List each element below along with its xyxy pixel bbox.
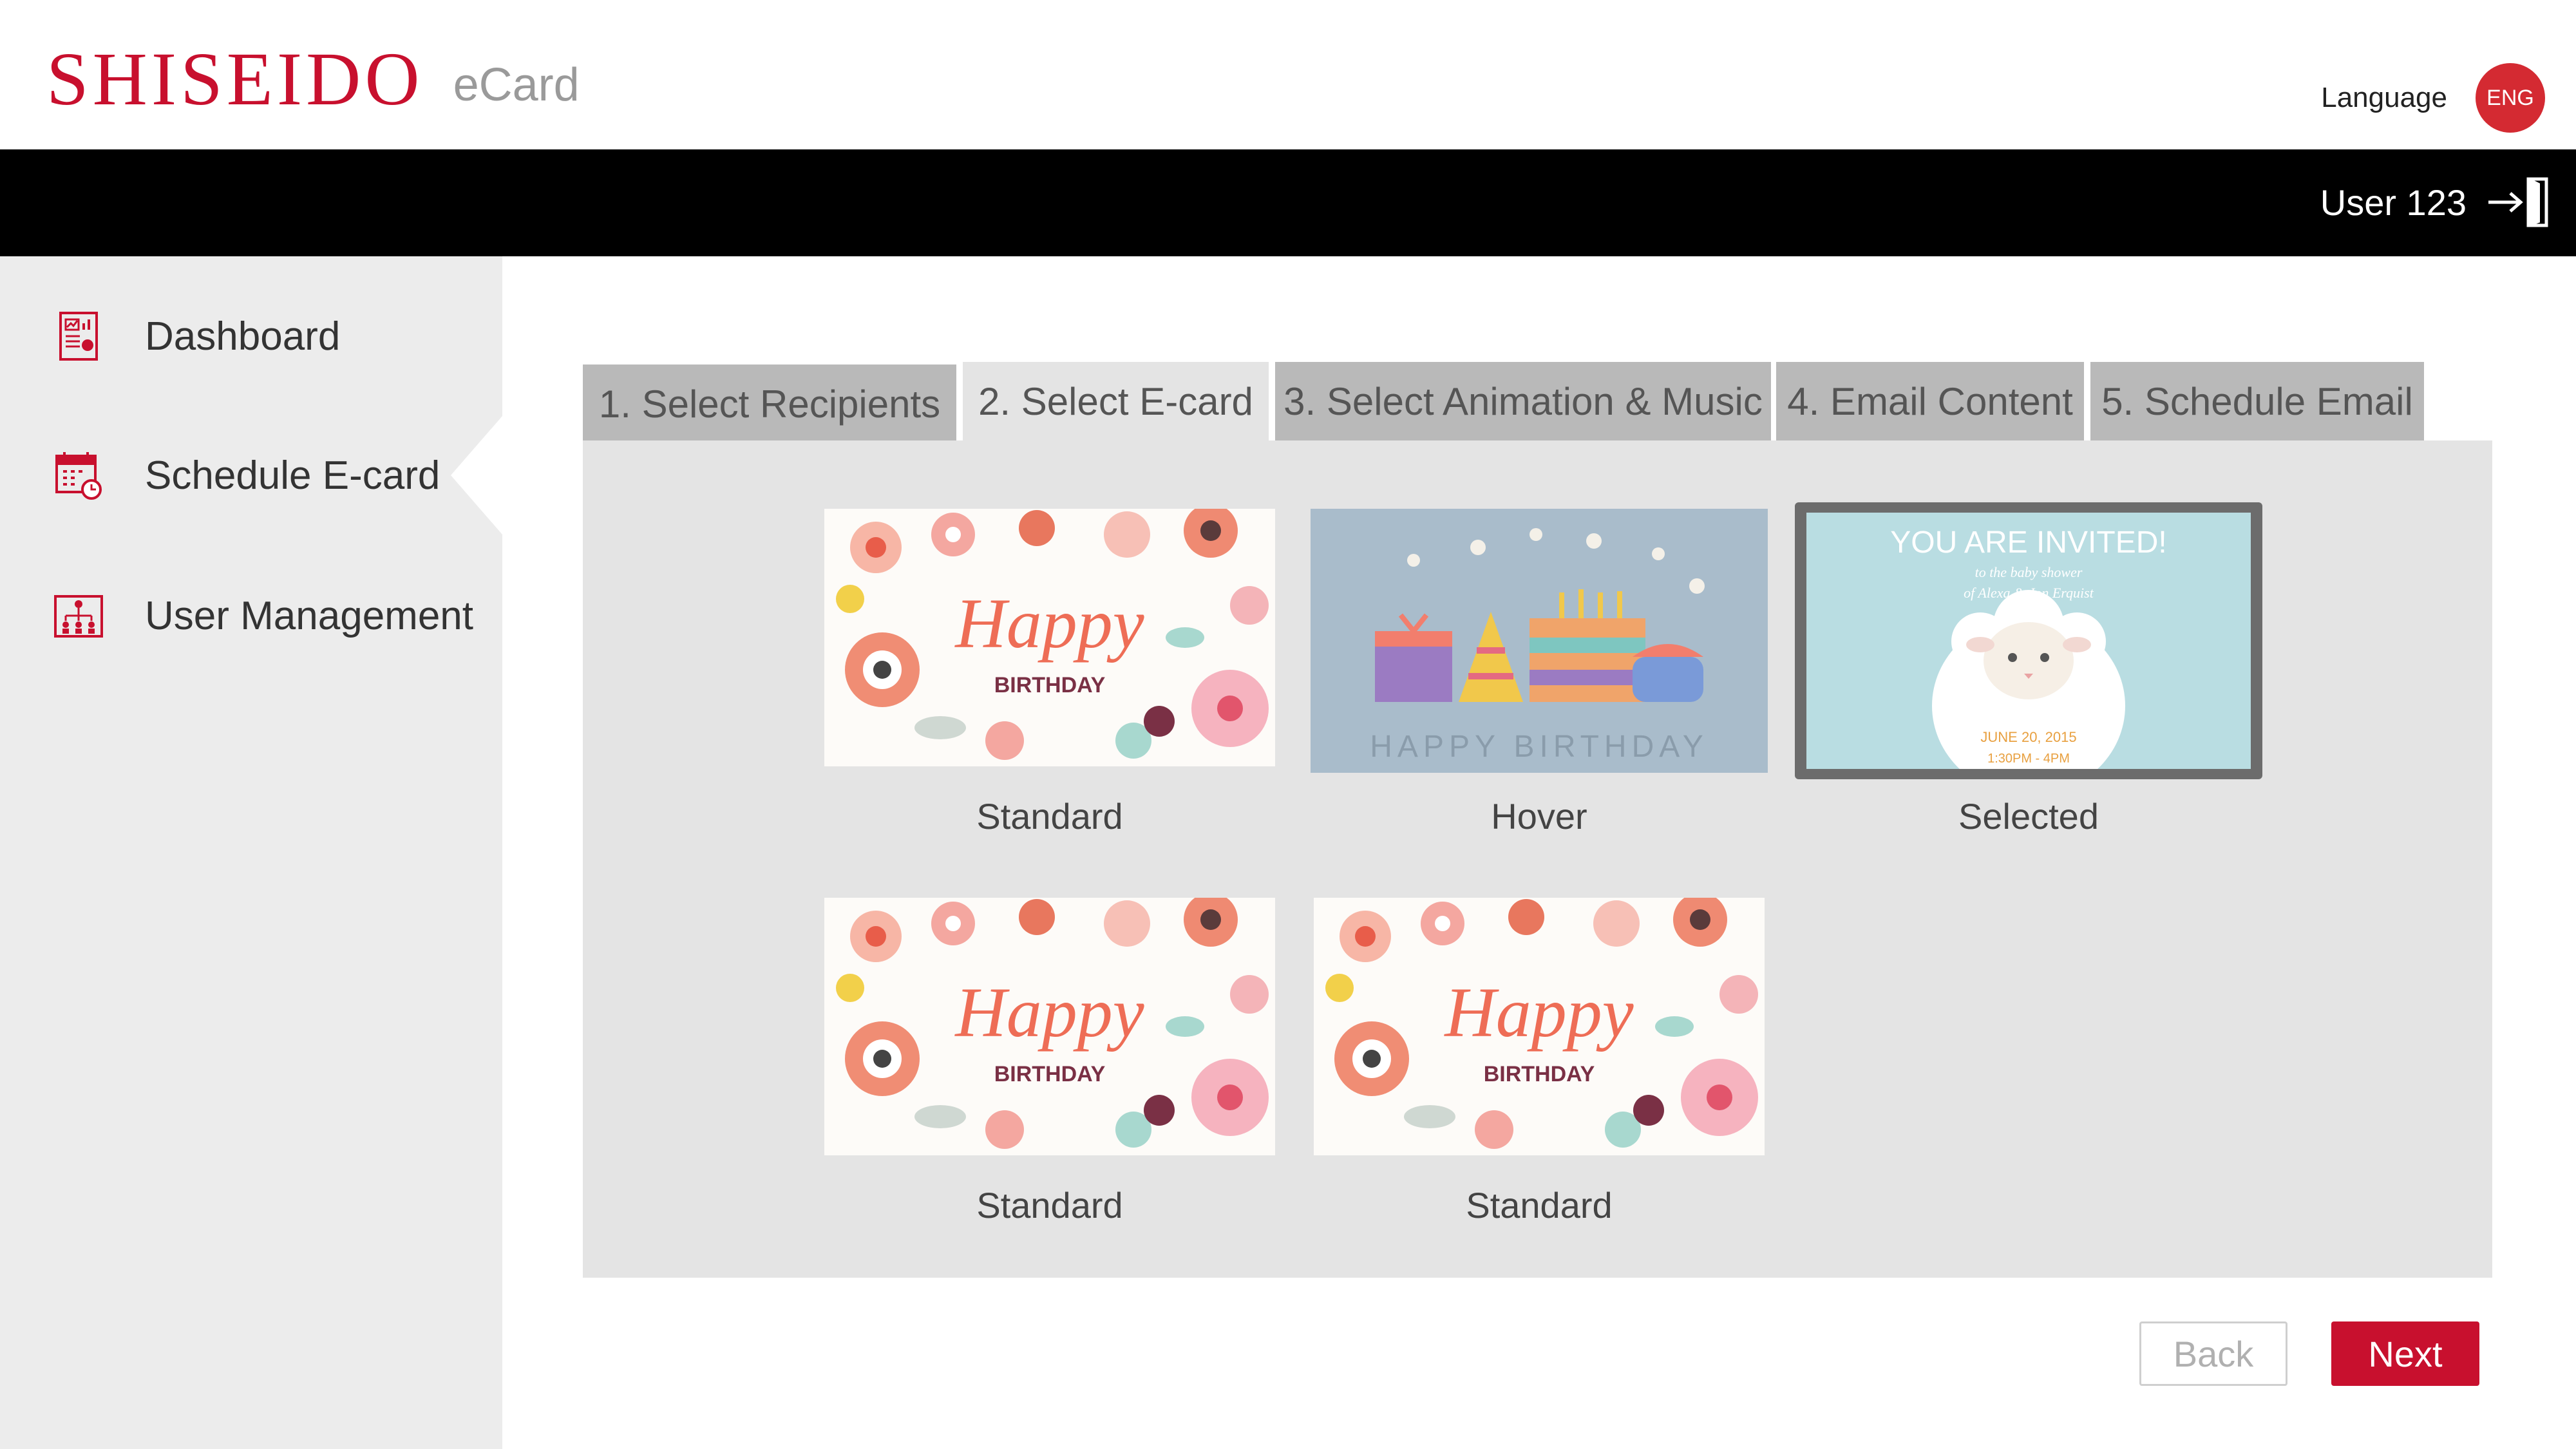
card-art-birthday: BIRTHDAY [994, 673, 1106, 697]
ecard-option[interactable]: Happy BIRTHDAY Standard [824, 509, 1275, 844]
active-indicator [451, 416, 502, 535]
card-art-date: JUNE 20, 2015 [1980, 729, 2076, 745]
next-button[interactable]: Next [2331, 1321, 2479, 1386]
card-caption: Hover [1491, 796, 1587, 837]
ecard-option-selected[interactable]: YOU ARE INVITED! to the baby shower of A… [1795, 502, 2262, 844]
floral-birthday-card-image: Happy BIRTHDAY [824, 898, 1275, 1155]
card-art-happy-birthday: HAPPY BIRTHDAY [1370, 730, 1708, 764]
tab-label: 1. Select Recipients [598, 382, 941, 426]
card-caption: Selected [1958, 796, 2099, 837]
sidebar-item-label: Schedule E-card [145, 453, 440, 498]
sidebar-item-label: User Management [145, 593, 474, 638]
language-button[interactable]: ENG [2476, 63, 2545, 133]
card-art-invited: YOU ARE INVITED! [1890, 526, 2166, 560]
selected-frame: YOU ARE INVITED! to the baby shower of A… [1795, 502, 2262, 779]
card-art-happy: Happy [954, 584, 1144, 663]
card-art-time: 1:30PM - 4PM [1987, 752, 2070, 766]
logout-door-icon[interactable] [2486, 176, 2550, 228]
sidebar-item-label: Dashboard [145, 314, 341, 359]
sidebar-item-user-management[interactable]: User Management [0, 577, 502, 654]
dashboard-report-icon [59, 312, 98, 361]
product-name: eCard [453, 59, 580, 111]
ecard-option-hover[interactable]: HAPPY BIRTHDAY Hover [1311, 509, 1768, 844]
app-header: SHISEIDO eCard Language ENG [0, 0, 2576, 149]
back-button[interactable]: Back [2139, 1321, 2287, 1386]
tab-schedule-email[interactable]: 5. Schedule Email [2090, 362, 2424, 440]
card-art-line2: to the baby shower [1975, 564, 2083, 580]
calendar-clock-icon [55, 452, 102, 500]
ecard-option[interactable]: Happy BIRTHDAY Standard [1314, 898, 1765, 1233]
sidebar-nav: Dashboard Schedule E-card User Managemen… [0, 256, 502, 1449]
card-art-birthday: BIRTHDAY [994, 1062, 1106, 1086]
tab-label: 2. Select E-card [978, 379, 1253, 423]
card-caption: Standard [1466, 1185, 1613, 1226]
sidebar-item-dashboard[interactable]: Dashboard [0, 298, 502, 375]
card-art-happy: Happy [954, 973, 1144, 1052]
card-caption: Standard [976, 796, 1123, 837]
shiseido-logo[interactable]: SHISEIDO eCard [46, 33, 580, 117]
tab-label: 4. Email Content [1787, 379, 2073, 423]
tab-select-ecard[interactable]: 2. Select E-card [963, 362, 1269, 440]
floral-birthday-card-image: Happy BIRTHDAY [1314, 898, 1765, 1155]
tab-label: 5. Schedule Email [2101, 379, 2413, 423]
tab-label: 3. Select Animation & Music [1283, 379, 1763, 423]
language-selector: Language ENG [2321, 63, 2545, 133]
gifts-birthday-card-image: HAPPY BIRTHDAY [1311, 509, 1768, 773]
language-label: Language [2321, 82, 2447, 113]
ecard-option[interactable]: Happy BIRTHDAY Standard [824, 898, 1275, 1233]
floral-birthday-card-image: Happy BIRTHDAY [824, 509, 1275, 766]
baby-shower-card-image: YOU ARE INVITED! to the baby shower of A… [1806, 513, 2251, 769]
card-art-happy: Happy [1443, 973, 1633, 1052]
tab-select-animation-music[interactable]: 3. Select Animation & Music [1275, 362, 1771, 440]
logo-wordmark: SHISEIDO [46, 37, 424, 121]
ecard-gallery: Happy BIRTHDAY Standard HAPPY BIRTHDAY H… [583, 440, 2492, 1278]
sidebar-item-schedule-ecard[interactable]: Schedule E-card [0, 416, 502, 535]
card-caption: Standard [976, 1185, 1123, 1226]
card-art-birthday: BIRTHDAY [1484, 1062, 1595, 1086]
tab-email-content[interactable]: 4. Email Content [1776, 362, 2084, 440]
user-name: User 123 [2320, 182, 2467, 223]
tab-select-recipients[interactable]: 1. Select Recipients [583, 365, 956, 443]
org-chart-icon [54, 595, 103, 638]
user-bar: User 123 [0, 149, 2576, 256]
